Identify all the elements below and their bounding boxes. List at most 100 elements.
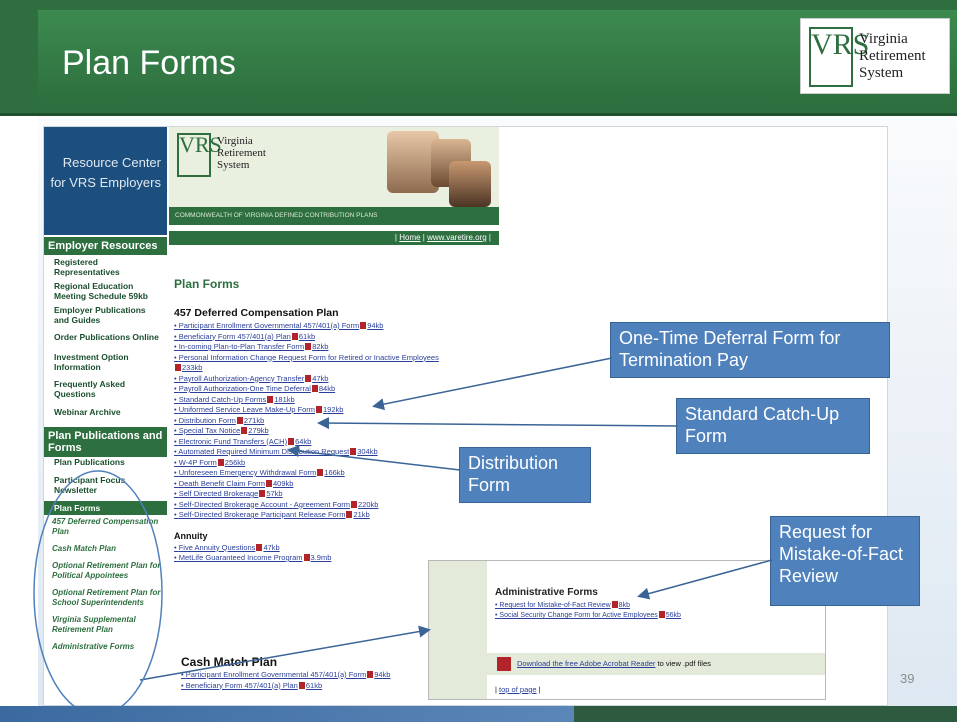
- pdf-icon: [367, 671, 374, 678]
- form-link-text[interactable]: Payroll Authorization-Agency Transfer: [179, 374, 304, 383]
- form-link-text[interactable]: Five Annuity Questions: [179, 543, 256, 552]
- file-size: 256kb: [224, 457, 246, 467]
- form-link[interactable]: • Uniformed Service Leave Make-Up Form 19…: [174, 405, 504, 416]
- pdf-icon: [267, 395, 274, 403]
- form-link-text[interactable]: Personal Information Change Request Form…: [179, 353, 439, 362]
- file-size: 61kb: [305, 680, 323, 690]
- form-link[interactable]: • Distribution Form 271kb: [174, 416, 504, 427]
- sidebar-item-webinar-archive[interactable]: Webinar Archive: [44, 401, 167, 419]
- form-link-text[interactable]: Beneficiary Form 457/401(a) Plan: [186, 681, 298, 690]
- title-bar: Plan Forms VRS Virginia Retirement Syste…: [0, 0, 957, 116]
- sidebar-sub-457[interactable]: 457 Deferred Compensation Plan: [44, 515, 167, 539]
- form-link[interactable]: • Special Tax Notice 279kb: [174, 426, 504, 437]
- sidebar-sub-admin-forms[interactable]: Administrative Forms: [44, 637, 167, 654]
- form-link[interactable]: • Death Benefit Claim Form 409kb: [174, 479, 504, 490]
- form-link[interactable]: • Electronic Fund Transfers (ACH) 64kb: [174, 437, 504, 448]
- form-link-text[interactable]: Automated Required Minimum Distribution …: [178, 447, 349, 456]
- form-link[interactable]: • In-coming Plan-to-Plan Transfer Form 82…: [174, 342, 504, 353]
- form-link[interactable]: • Automated Required Minimum Distributio…: [174, 447, 504, 458]
- sidebar-item-participant-focus[interactable]: Participant Focus Newsletter: [44, 469, 167, 497]
- form-link-text[interactable]: Beneficiary Form 457/401(a) Plan: [179, 332, 291, 341]
- sidebar-sub-orp-school[interactable]: Optional Retirement Plan for School Supe…: [44, 583, 167, 610]
- form-link-text[interactable]: Self Directed Brokerage: [179, 489, 259, 498]
- form-link[interactable]: • Standard Catch-Up Forms 181kb: [174, 395, 504, 406]
- acrobat-suffix: to view .pdf files: [657, 659, 711, 668]
- pdf-icon: [266, 479, 272, 487]
- form-link[interactable]: • Payroll Authorization-Agency Transfer 4…: [174, 374, 504, 385]
- form-link[interactable]: • Personal Information Change Request Fo…: [174, 353, 504, 364]
- sidebar-item-faq[interactable]: Frequently Asked Questions: [44, 374, 167, 401]
- form-link[interactable]: • W-4P Form 256kb: [174, 458, 504, 469]
- form-link[interactable]: • Participant Enrollment Governmental 45…: [174, 321, 504, 332]
- form-link-text[interactable]: W-4P Form: [179, 458, 217, 467]
- pdf-icon: [317, 469, 324, 476]
- form-link[interactable]: 233kb: [174, 363, 504, 374]
- file-size: 181kb: [274, 394, 295, 404]
- file-size: 279kb: [248, 426, 269, 435]
- vrs-logo-text: Virginia Retirement System: [859, 31, 926, 82]
- form-link-text[interactable]: Death Benefit Claim Form: [179, 479, 265, 488]
- vrs-logo-mark-icon: VRS: [809, 27, 869, 87]
- form-link-text[interactable]: MetLife Guaranteed Income Program: [179, 553, 303, 562]
- form-link[interactable]: • Payroll Authorization-One Time Deferra…: [174, 384, 504, 395]
- inset-side-strip: [429, 561, 487, 699]
- form-link[interactable]: • Unforeseen Emergency Withdrawal Form 16…: [174, 468, 504, 479]
- sidebar-item-plan-publications[interactable]: Plan Publications: [44, 455, 167, 469]
- pdf-icon: [298, 681, 305, 689]
- nav-home-link[interactable]: Home: [399, 233, 420, 242]
- slide-title: Plan Forms: [62, 44, 236, 82]
- file-size: 57kb: [266, 489, 283, 498]
- form-link[interactable]: • Self-Directed Brokerage Participant Re…: [174, 510, 504, 521]
- form-link-text[interactable]: Self-Directed Brokerage Account - Agreem…: [179, 500, 350, 509]
- file-size: 8kb: [618, 602, 630, 609]
- sidebar-sub-orp-political[interactable]: Optional Retirement Plan for Political A…: [44, 556, 167, 583]
- sidebar-item-investment-info[interactable]: Investment Option Information: [44, 347, 167, 374]
- form-link[interactable]: • Social Security Change Form for Active…: [495, 611, 681, 621]
- form-link-text[interactable]: Unforeseen Emergency Withdrawal Form: [179, 468, 317, 477]
- form-link[interactable]: • Self Directed Brokerage 57kb: [174, 489, 504, 500]
- slide: Plan Forms VRS Virginia Retirement Syste…: [0, 0, 957, 722]
- pdf-icon: [259, 490, 266, 497]
- sidebar-item-order-publications[interactable]: Order Publications Online: [44, 327, 167, 347]
- logo-line-1: Virginia: [859, 31, 908, 47]
- plan-publications-list: Plan Publications Participant Focus News…: [44, 455, 167, 654]
- sidebar-sub-cash-match[interactable]: Cash Match Plan: [44, 539, 167, 556]
- form-link[interactable]: • Beneficiary Form 457/401(a) Plan 61kb: [174, 332, 504, 343]
- form-link-text[interactable]: In-coming Plan-to-Plan Transfer Form: [179, 342, 304, 351]
- form-link-text[interactable]: Uniformed Service Leave Make-Up Form: [179, 405, 315, 414]
- links-457-list: • Participant Enrollment Governmental 45…: [174, 321, 504, 521]
- sidebar-item-meeting-schedule[interactable]: Regional Education Meeting Schedule 59kb: [44, 279, 167, 303]
- form-link-text[interactable]: Participant Enrollment Governmental 457/…: [186, 670, 367, 679]
- acrobat-icon[interactable]: [497, 657, 511, 671]
- form-link-text[interactable]: Electronic Fund Transfers (ACH): [179, 437, 287, 446]
- form-link-text[interactable]: Request for Mistake-of-Fact Review: [499, 602, 610, 609]
- pdf-icon: [351, 500, 358, 508]
- sidebar-sub-vsrp[interactable]: Virginia Supplemental Retirement Plan: [44, 610, 167, 637]
- vrs-logo: VRS Virginia Retirement System: [800, 18, 950, 94]
- resource-center-line-1: Resource Center: [62, 155, 161, 170]
- pdf-icon: [346, 511, 353, 518]
- form-link-text[interactable]: Payroll Authorization-One Time Deferral: [179, 384, 311, 393]
- file-size: 47kb: [263, 542, 280, 552]
- form-link-text[interactable]: Participant Enrollment Governmental 457/…: [179, 321, 360, 330]
- resource-center-line-2: for VRS Employers: [50, 175, 161, 190]
- page-number: 39: [900, 671, 915, 686]
- form-link[interactable]: • Five Annuity Questions 47kb: [174, 543, 504, 554]
- pdf-icon: [217, 458, 224, 466]
- form-link-text[interactable]: Special Tax Notice: [179, 426, 241, 435]
- form-link[interactable]: • Self-Directed Brokerage Account - Agre…: [174, 500, 504, 511]
- form-link-text[interactable]: Self-Directed Brokerage Participant Rele…: [179, 510, 346, 519]
- top-of-page-link[interactable]: top of page: [499, 685, 537, 694]
- form-link-text[interactable]: Social Security Change Form for Active E…: [499, 612, 657, 619]
- form-link-text[interactable]: Standard Catch-Up Forms: [179, 395, 267, 404]
- sidebar-item-registered-reps[interactable]: Registered Representatives: [44, 255, 167, 279]
- form-link-text[interactable]: Distribution Form: [179, 416, 236, 425]
- acrobat-download-link[interactable]: Download the free Adobe Acrobat Reader: [517, 659, 655, 668]
- pdf-icon: [303, 554, 310, 561]
- site-banner: VRS Virginia Retirement System COMMONWEA…: [169, 127, 499, 225]
- nav-site-link[interactable]: www.varetire.org: [427, 233, 487, 242]
- form-link[interactable]: • Request for Mistake-of-Fact Review 8kb: [495, 601, 681, 611]
- file-size: 409kb: [273, 478, 294, 488]
- sidebar-item-plan-forms[interactable]: Plan Forms: [44, 501, 167, 515]
- sidebar-item-publications-guides[interactable]: Employer Publications and Guides: [44, 303, 167, 327]
